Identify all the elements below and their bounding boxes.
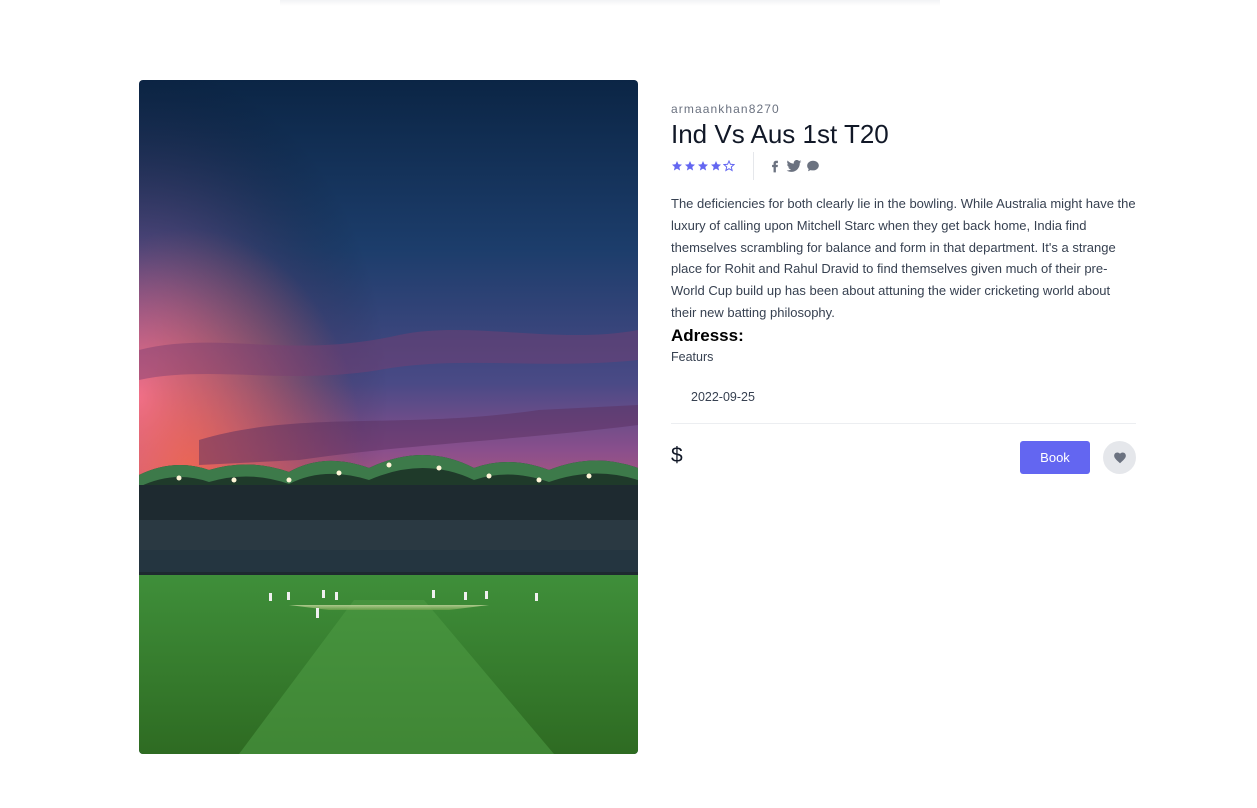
top-shadow xyxy=(280,0,940,6)
chat-icon[interactable] xyxy=(806,159,820,173)
product-description: The deficiencies for both clearly lie in… xyxy=(671,196,1136,320)
rating-share-row xyxy=(671,150,1136,182)
author-name: armaankhan8270 xyxy=(671,102,780,116)
star-filled-icon xyxy=(698,161,708,171)
price: $ xyxy=(671,443,683,467)
stadium-image xyxy=(139,80,638,754)
facebook-icon[interactable] xyxy=(768,159,782,173)
heart-icon xyxy=(1113,452,1126,464)
wishlist-button[interactable] xyxy=(1103,441,1136,475)
event-date: 2022-09-25 xyxy=(691,389,755,404)
star-filled-icon xyxy=(685,161,695,171)
divider xyxy=(671,422,1136,424)
purchase-row: $ Book xyxy=(671,441,1136,475)
social-share xyxy=(753,152,820,180)
star-filled-icon xyxy=(711,161,721,171)
star-empty-icon xyxy=(723,160,735,172)
star-rating xyxy=(671,152,753,180)
features-text: Featurs xyxy=(671,349,714,364)
twitter-icon[interactable] xyxy=(786,158,802,174)
product-details: armaankhan8270 Ind Vs Aus 1st T20 The de… xyxy=(671,100,1136,475)
address-heading: Adresss: xyxy=(671,325,744,345)
star-filled-icon xyxy=(672,161,682,171)
book-button[interactable]: Book xyxy=(1020,441,1090,475)
product-title: Ind Vs Aus 1st T20 xyxy=(671,119,889,149)
